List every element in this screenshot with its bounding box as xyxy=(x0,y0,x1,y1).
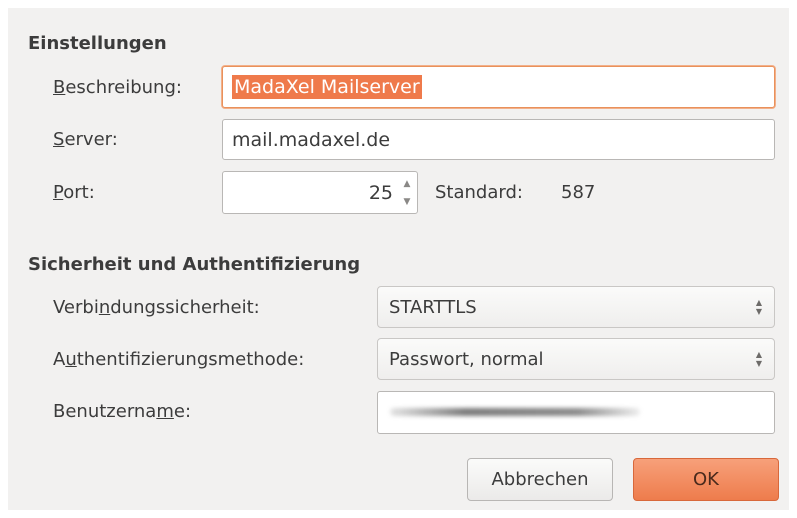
connection-security-label: Verbindungssicherheit: xyxy=(53,297,260,318)
auth-method-select[interactable]: Passwort, normal ▲ ▼ xyxy=(377,338,775,380)
select-arrows-icon: ▲ ▼ xyxy=(755,350,762,368)
redacted-username xyxy=(390,408,640,416)
port-default-label: Standard: xyxy=(435,182,523,203)
server-input[interactable]: mail.madaxel.de xyxy=(222,119,775,160)
username-input[interactable] xyxy=(377,391,775,434)
server-label: Server: xyxy=(53,129,118,150)
username-label: Benutzername: xyxy=(53,401,192,422)
connection-security-select[interactable]: STARTTLS ▲ ▼ xyxy=(377,286,775,328)
description-input[interactable]: MadaXel Mailserver xyxy=(222,66,775,108)
ok-button[interactable]: OK xyxy=(633,458,779,501)
smtp-server-dialog: Einstellungen Beschreibung: MadaXel Mail… xyxy=(8,8,789,510)
port-spin-arrows[interactable]: ▲ ▼ xyxy=(401,178,413,208)
security-section-title: Sicherheit und Authentifizierung xyxy=(28,254,361,275)
description-label: Beschreibung: xyxy=(53,77,182,98)
cancel-button[interactable]: Abbrechen xyxy=(467,458,613,501)
connection-security-value: STARTTLS xyxy=(389,296,477,318)
auth-method-label: Authentifizierungsmethode: xyxy=(53,349,305,370)
select-arrows-icon: ▲ ▼ xyxy=(755,298,762,316)
port-spinbox[interactable]: 25 ▲ ▼ xyxy=(222,171,418,214)
port-default-value: 587 xyxy=(561,182,596,203)
server-value: mail.madaxel.de xyxy=(232,128,391,151)
port-value: 25 xyxy=(368,181,393,204)
auth-method-value: Passwort, normal xyxy=(389,348,544,370)
port-label: Port: xyxy=(53,182,95,203)
description-value: MadaXel Mailserver xyxy=(232,75,422,99)
settings-section-title: Einstellungen xyxy=(28,33,167,54)
spin-up-icon[interactable]: ▲ xyxy=(404,178,411,190)
spin-down-icon[interactable]: ▼ xyxy=(404,196,411,208)
